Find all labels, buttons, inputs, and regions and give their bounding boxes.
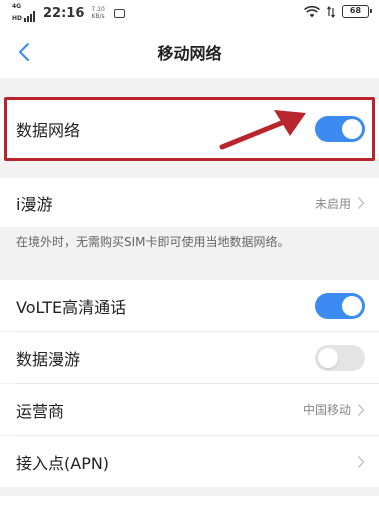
data-roaming-row[interactable]: 数据漫游	[0, 332, 379, 383]
data-roaming-label: 数据漫游	[16, 349, 81, 369]
carrier-label: 运营商	[16, 401, 65, 421]
transfer-arrows-icon	[327, 5, 335, 18]
screen: 4G HD 22:16 7.10 KB/s 68 移动网络 数据网络 i漫游 未…	[0, 0, 379, 520]
chevron-right-icon	[357, 403, 365, 416]
network-type-label: 4G	[12, 3, 22, 10]
carrier-row[interactable]: 运营商 中国移动	[0, 384, 379, 435]
speed-unit: KB/s	[91, 13, 105, 20]
cellular-signal-icon: 4G HD	[12, 3, 36, 22]
status-time: 22:16	[43, 5, 85, 21]
network-speed: 7.10 KB/s	[91, 6, 104, 20]
volte-label: VoLTE高清通话	[16, 297, 127, 317]
volte-row[interactable]: VoLTE高清通话	[0, 280, 379, 331]
back-button[interactable]	[10, 38, 38, 66]
chevron-right-icon	[357, 455, 365, 468]
apn-row[interactable]: 接入点(APN)	[0, 436, 379, 487]
volte-toggle[interactable]	[315, 292, 365, 319]
iroaming-row[interactable]: i漫游 未启用	[0, 178, 379, 228]
iroaming-label: i漫游	[16, 195, 53, 214]
toggle-knob	[318, 347, 338, 368]
wifi-icon	[304, 5, 320, 17]
notification-icon	[113, 8, 125, 18]
chevron-right-icon	[357, 196, 365, 210]
header: 移动网络	[0, 26, 379, 78]
toggle-knob	[342, 295, 362, 316]
speed-value: 7.10	[91, 6, 105, 13]
data-roaming-toggle[interactable]	[315, 344, 365, 371]
page-title: 移动网络	[157, 44, 222, 63]
iroaming-value: 未启用	[314, 196, 351, 211]
iroaming-hint: 在境外时，无需购买SIM卡即可使用当地数据网络。	[0, 227, 379, 265]
network-sub-label: HD	[12, 15, 23, 22]
carrier-value: 中国移动	[302, 403, 351, 417]
chevron-left-icon	[19, 43, 29, 61]
apn-label: 接入点(APN)	[16, 453, 110, 473]
status-bar: 4G HD 22:16 7.10 KB/s 68	[0, 0, 379, 26]
battery-icon: 68	[342, 5, 372, 18]
highlight-annotation	[4, 97, 375, 161]
annotation-arrow-icon	[219, 110, 306, 150]
next-section-row	[0, 496, 379, 520]
